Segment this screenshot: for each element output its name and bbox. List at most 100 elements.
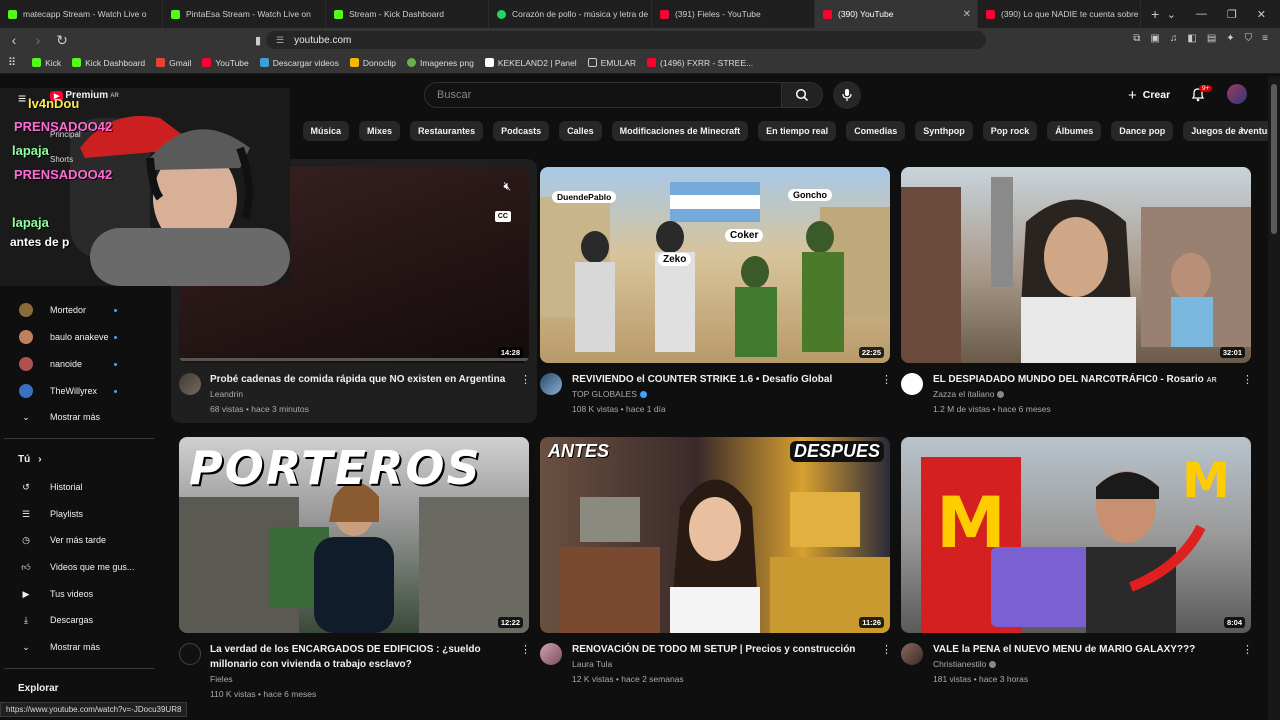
wallet-icon[interactable]: ▤: [1207, 33, 1216, 44]
tab-search-icon[interactable]: ⌄: [1167, 8, 1176, 21]
sidebar-you-heading[interactable]: Tú ›: [18, 454, 42, 465]
more-options-icon[interactable]: ⋮: [520, 643, 531, 656]
sidebar-icon[interactable]: ◧: [1187, 33, 1196, 44]
sidebar-item-shorts[interactable]: Shorts: [50, 155, 73, 164]
bookmark-item[interactable]: Donoclip: [349, 58, 396, 68]
sidebar-item-your-videos[interactable]: ▶ Tus videos: [18, 581, 148, 607]
chip[interactable]: Comedias: [846, 121, 906, 141]
extensions-icon[interactable]: ⧉: [1133, 33, 1140, 44]
channel-avatar[interactable]: [540, 373, 562, 395]
site-info-icon[interactable]: ☰: [276, 35, 284, 46]
vpn-icon[interactable]: ⛉: [1245, 33, 1253, 44]
chip[interactable]: Modificaciones de Minecraft: [611, 121, 749, 141]
more-options-icon[interactable]: ⋮: [520, 373, 531, 386]
channel-name[interactable]: Christianestilo: [933, 659, 997, 669]
more-options-icon[interactable]: ⋮: [1242, 373, 1253, 386]
channel-avatar[interactable]: [901, 643, 923, 665]
back-icon[interactable]: ‹: [4, 32, 24, 48]
video-thumbnail[interactable]: ANTES DESPUES 11:26: [540, 437, 890, 633]
mute-icon[interactable]: 🔇︎: [503, 179, 511, 194]
chip[interactable]: Dance pop: [1111, 121, 1174, 141]
ai-icon[interactable]: ✦: [1226, 33, 1234, 44]
hamburger-menu-icon[interactable]: ≡: [18, 90, 26, 106]
bookmark-item[interactable]: YouTube: [202, 58, 249, 68]
apps-grid-icon[interactable]: ⠿: [8, 56, 16, 69]
bookmark-item[interactable]: Imagenes png: [406, 58, 474, 68]
video-title[interactable]: EL DESPIADADO MUNDO DEL NARC0TRÁFIC0 - R…: [933, 372, 1243, 388]
chip[interactable]: Calles: [559, 121, 602, 141]
channel-name[interactable]: Zazza el italiano: [933, 389, 1005, 399]
sidebar-item-playlists[interactable]: ☰ Playlists: [18, 501, 148, 527]
channel-avatar[interactable]: [540, 643, 562, 665]
sidebar-subscription[interactable]: baulo anakeve: [18, 324, 148, 350]
bookmark-item[interactable]: Gmail: [156, 58, 191, 68]
channel-name[interactable]: TOP GLOBALES: [572, 389, 647, 399]
video-title[interactable]: La verdad de los ENCARGADOS DE EDIFICIOS…: [210, 642, 520, 672]
sidebar-subscription[interactable]: nanoide: [18, 351, 148, 377]
video-title[interactable]: REVIVIENDO el COUNTER STRIKE 1.6 • Desaf…: [572, 372, 872, 387]
music-icon[interactable]: ♫: [1170, 33, 1178, 44]
search-button[interactable]: [781, 82, 823, 108]
channel-name[interactable]: Leandrin: [210, 389, 243, 399]
chips-next-icon[interactable]: ›: [1240, 122, 1244, 136]
captions-icon[interactable]: CC: [494, 211, 511, 222]
sidebar-subscription[interactable]: Mortedor: [18, 297, 148, 323]
chip[interactable]: Podcasts: [493, 121, 550, 141]
sidebar-item-downloads[interactable]: ⤓ Descargas: [18, 607, 148, 633]
browser-tab[interactable]: (390) Lo que NADIE te cuenta sobre: [978, 0, 1141, 28]
bookmark-item[interactable]: (1496) FXRR - STREE...: [647, 58, 753, 68]
sidebar-item-liked[interactable]: 👍︎ Videos que me gus...: [18, 554, 148, 580]
bookmark-icon[interactable]: ▮: [248, 34, 268, 47]
create-button[interactable]: + Crear: [1120, 83, 1178, 107]
channel-avatar[interactable]: [179, 643, 201, 665]
screenshot-icon[interactable]: ▣: [1150, 33, 1159, 44]
reload-icon[interactable]: ↻: [52, 32, 72, 49]
video-thumbnail[interactable]: 32:01: [901, 167, 1251, 363]
browser-tab[interactable]: PintaEsa Stream - Watch Live on: [163, 0, 326, 28]
more-options-icon[interactable]: ⋮: [881, 643, 892, 656]
bookmark-item[interactable]: KEKELAND2 | Panel: [484, 58, 577, 68]
chip[interactable]: En tiempo real: [758, 121, 837, 141]
channel-avatar[interactable]: [901, 373, 923, 395]
browser-tab[interactable]: Corazón de pollo - música y letra de: [489, 0, 652, 28]
window-close-icon[interactable]: ✕: [1257, 8, 1266, 21]
sidebar-subscription[interactable]: TheWillyrex: [18, 378, 148, 404]
chip[interactable]: Synthpop: [915, 121, 973, 141]
maximize-icon[interactable]: ❐: [1227, 8, 1237, 21]
browser-tab[interactable]: (391) Fieles - YouTube: [652, 0, 815, 28]
new-tab-icon[interactable]: +: [1141, 6, 1169, 22]
sidebar-item-home[interactable]: Principal: [50, 130, 81, 139]
browser-tab[interactable]: matecapp Stream - Watch Live o: [0, 0, 163, 28]
video-title[interactable]: RENOVACIÓN DE TODO MI SETUP | Precios y …: [572, 642, 872, 657]
browser-tab-active[interactable]: (390) YouTube ✕: [815, 0, 978, 28]
chip[interactable]: Álbumes: [1047, 121, 1102, 141]
chip[interactable]: Juegos de aventura: [1183, 121, 1280, 141]
bookmark-item[interactable]: Descargar videos: [259, 58, 339, 68]
chip[interactable]: Mixes: [359, 121, 401, 141]
chip[interactable]: Restaurantes: [410, 121, 484, 141]
bookmark-item[interactable]: Kick: [32, 58, 61, 68]
chip[interactable]: Pop rock: [982, 121, 1038, 141]
video-title[interactable]: Probé cadenas de comida rápida que NO ex…: [210, 372, 510, 387]
channel-avatar[interactable]: [179, 373, 201, 395]
sidebar-show-more[interactable]: ⌄ Mostrar más: [18, 404, 148, 430]
search-input[interactable]: Buscar: [424, 82, 782, 108]
video-thumbnail[interactable]: DuendePablo Goncho Coker Zeko 22:25: [540, 167, 890, 363]
sidebar-item-watch-later[interactable]: ◷ Ver más tarde: [18, 527, 148, 553]
sidebar-show-more[interactable]: ⌄ Mostrar más: [18, 634, 148, 660]
more-options-icon[interactable]: ⋮: [1242, 643, 1253, 656]
video-title[interactable]: VALE la PENA el NUEVO MENU de MARIO GALA…: [933, 642, 1233, 657]
bookmark-folder[interactable]: EMULAR: [587, 58, 636, 68]
more-options-icon[interactable]: ⋮: [881, 373, 892, 386]
minimize-icon[interactable]: —: [1196, 8, 1207, 20]
voice-search-button[interactable]: [833, 81, 861, 109]
progress-track[interactable]: [179, 358, 529, 361]
address-bar[interactable]: ☰ youtube.com: [266, 31, 986, 49]
channel-name[interactable]: Fieles: [210, 674, 233, 684]
forward-icon[interactable]: ›: [28, 32, 48, 48]
account-avatar[interactable]: [1227, 84, 1247, 104]
bookmark-item[interactable]: Kick Dashboard: [72, 58, 145, 68]
sidebar-item-history[interactable]: ↺ Historial: [18, 474, 148, 500]
page-scrollbar[interactable]: [1268, 76, 1280, 720]
video-thumbnail[interactable]: M M 8:04: [901, 437, 1251, 633]
